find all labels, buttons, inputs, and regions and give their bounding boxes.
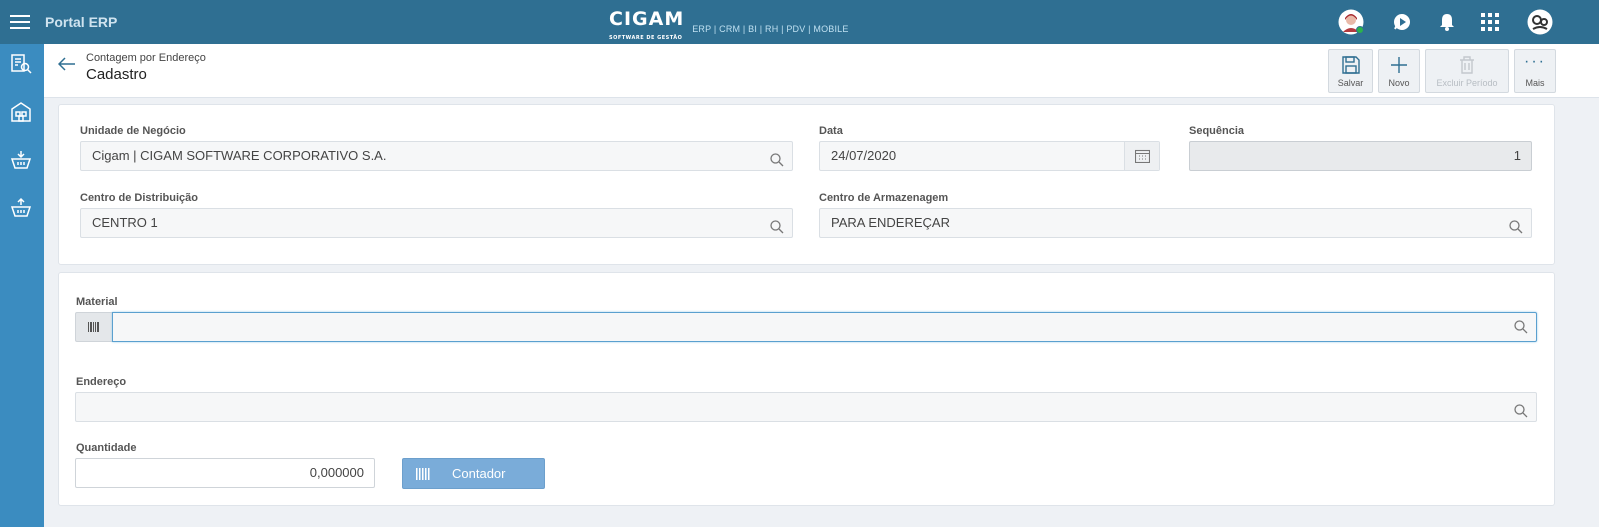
sequence-value: 1 <box>1513 148 1521 163</box>
search-icon[interactable] <box>770 216 784 244</box>
distribution-center-label: Centro de Distribuição <box>80 192 198 204</box>
warehouse-icon[interactable] <box>10 101 34 125</box>
quantity-value: 0,000000 <box>309 465 364 480</box>
breadcrumb: Contagem por Endereço <box>86 52 206 64</box>
quantity-field[interactable]: 0,000000 <box>75 458 375 488</box>
page-header: Contagem por Endereço Cadastro Salvar No… <box>44 44 1599 98</box>
basket-up-icon[interactable] <box>10 197 34 221</box>
storage-center-value: PARA ENDEREÇAR <box>831 215 950 230</box>
counter-button[interactable]: Contador <box>402 458 545 489</box>
brand-modules: ERP | CRM | BI | RH | PDV | MOBILE <box>692 24 849 34</box>
delete-period-button[interactable]: Excluir Período <box>1425 49 1509 93</box>
address-field[interactable] <box>75 392 1537 422</box>
portal-title: Portal ERP <box>45 14 118 30</box>
search-icon[interactable] <box>1514 400 1528 428</box>
distribution-center-value: CENTRO 1 <box>92 215 158 230</box>
ellipsis-icon: ··· <box>1524 53 1546 70</box>
address-label: Endereço <box>76 376 127 388</box>
business-unit-value: Cigam | CIGAM SOFTWARE CORPORATIVO S.A. <box>92 148 387 163</box>
material-input[interactable] <box>113 313 1503 341</box>
new-button-label: Novo <box>1388 78 1410 88</box>
business-unit-label: Unidade de Negócio <box>80 125 186 137</box>
report-search-icon[interactable] <box>10 53 34 77</box>
storage-center-field[interactable]: PARA ENDEREÇAR <box>819 208 1532 238</box>
save-button[interactable]: Salvar <box>1328 49 1373 93</box>
brand-logo: CIGAM SOFTWARE DE GESTÃO <box>609 8 685 42</box>
barcode-icon[interactable] <box>75 312 112 342</box>
quantity-label: Quantidade <box>76 442 137 454</box>
storage-center-label: Centro de Armazenagem <box>819 192 949 204</box>
user-avatar[interactable] <box>1338 9 1364 35</box>
material-label: Material <box>76 296 118 308</box>
search-icon[interactable] <box>770 149 784 177</box>
sequence-field: 1 <box>1189 141 1532 171</box>
barcode-icon <box>416 468 432 483</box>
more-button[interactable]: ··· Mais <box>1514 49 1556 93</box>
page-title: Cadastro <box>86 66 147 83</box>
bell-icon[interactable] <box>1434 9 1460 35</box>
date-field[interactable]: 24/07/2020 <box>819 141 1160 171</box>
business-unit-field[interactable]: Cigam | CIGAM SOFTWARE CORPORATIVO S.A. <box>80 141 793 171</box>
search-icon[interactable] <box>1514 320 1528 339</box>
hamburger-menu-icon[interactable] <box>10 12 30 32</box>
material-input-group <box>75 312 1537 342</box>
save-button-label: Salvar <box>1337 78 1364 88</box>
back-arrow-icon[interactable] <box>57 57 78 73</box>
apps-grid-icon[interactable] <box>1477 9 1503 35</box>
left-rail <box>0 44 44 527</box>
sequence-label: Sequência <box>1189 125 1245 137</box>
header-form-card <box>58 104 1555 265</box>
plus-icon <box>1390 56 1408 79</box>
more-button-label: Mais <box>1525 78 1545 88</box>
date-value: 24/07/2020 <box>831 148 897 163</box>
floppy-disk-icon <box>1341 56 1360 79</box>
brand-logo-text: CIGAM <box>609 8 685 30</box>
brand: CIGAM SOFTWARE DE GESTÃO ERP | CRM | BI … <box>609 8 849 42</box>
company-logo-icon[interactable] <box>1527 9 1553 35</box>
play-icon[interactable] <box>1389 9 1415 35</box>
delete-period-button-label: Excluir Período <box>1436 78 1498 88</box>
calendar-icon[interactable] <box>1124 142 1159 170</box>
basket-down-icon[interactable] <box>10 149 34 173</box>
counter-button-label: Contador <box>452 466 506 481</box>
trash-icon <box>1459 56 1475 79</box>
distribution-center-field[interactable]: CENTRO 1 <box>80 208 793 238</box>
new-button[interactable]: Novo <box>1378 49 1420 93</box>
search-icon[interactable] <box>1509 216 1523 244</box>
top-bar: Portal ERP CIGAM SOFTWARE DE GESTÃO ERP … <box>0 0 1599 44</box>
date-label: Data <box>819 125 843 137</box>
material-field[interactable] <box>112 312 1537 342</box>
